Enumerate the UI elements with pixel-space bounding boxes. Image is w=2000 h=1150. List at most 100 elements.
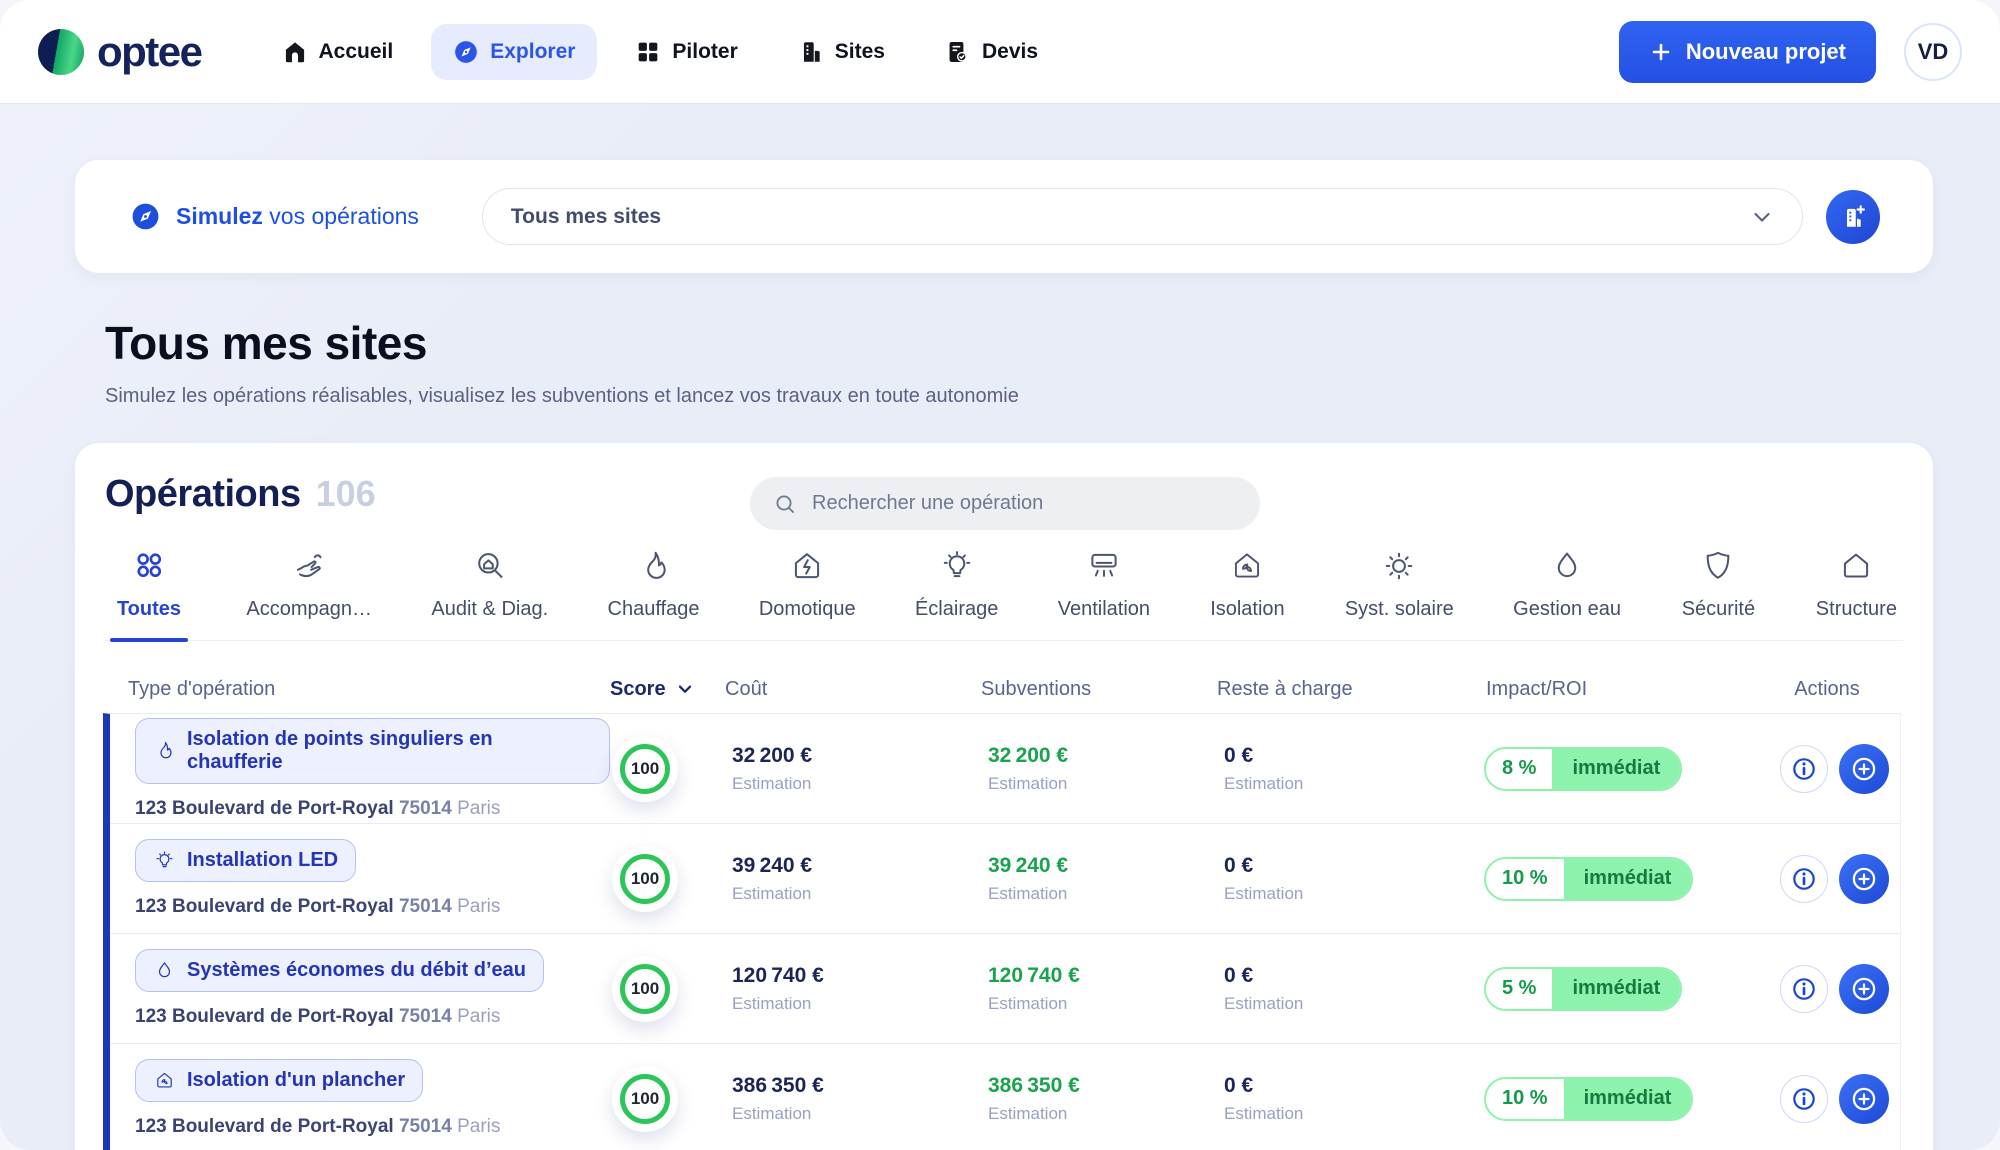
operation-badge[interactable]: Systèmes économes du débit d’eau — [135, 949, 544, 992]
info-button[interactable] — [1779, 854, 1828, 903]
tab-label: Ventilation — [1057, 598, 1151, 620]
page-subtitle: Simulez les opérations réalisables, visu… — [105, 385, 1019, 407]
column-header-score[interactable]: Score — [603, 678, 718, 701]
tab-label: Audit & Diag. — [431, 598, 549, 620]
remaining-estimation-label: Estimation — [1224, 1103, 1304, 1123]
simulate-title-rest: vos opérations — [262, 203, 419, 229]
score-cell: 100 — [610, 955, 725, 1022]
house-icon — [1837, 547, 1875, 585]
score-badge: 100 — [612, 955, 678, 1022]
plus-circle-icon — [1849, 864, 1879, 894]
search-icon — [773, 492, 797, 516]
magnifier-house-icon — [471, 547, 509, 585]
compass-icon — [453, 39, 479, 65]
remaining-estimation-label: Estimation — [1224, 883, 1304, 903]
add-site-button[interactable] — [1826, 189, 1880, 244]
home-icon — [282, 39, 308, 65]
operation-address: 123 Boulevard de Port-Royal 75014 Paris — [135, 1006, 610, 1028]
cost-cell: 39 240 € Estimation — [725, 854, 960, 904]
operations-title: Opérations — [105, 473, 301, 515]
category-tab[interactable]: Accompagn… — [240, 547, 378, 640]
remaining-value: 0 € — [1224, 853, 1254, 877]
actions-cell — [1760, 743, 1908, 794]
compass-icon — [130, 201, 161, 232]
bulb-icon — [153, 849, 176, 872]
simulate-bar: Simulez vos opérations Tous mes sites — [75, 160, 1933, 273]
site-select[interactable]: Tous mes sites — [481, 188, 1803, 245]
tab-label: Isolation — [1210, 598, 1285, 620]
operation-badge[interactable]: Installation LED — [135, 839, 357, 882]
address-zip: 75014 — [398, 896, 452, 917]
category-tab[interactable]: Toutes — [105, 547, 193, 640]
document-check-icon — [945, 39, 971, 65]
impact-cell: 10 % immédiat — [1470, 856, 1760, 901]
nav-item-label: Accueil — [318, 39, 394, 63]
brand-logo[interactable]: optee — [38, 27, 203, 76]
add-operation-button[interactable] — [1838, 853, 1889, 904]
subsidies-cell: 32 200 € Estimation — [960, 744, 1213, 794]
cost-value: 39 240 € — [732, 853, 813, 877]
category-tab[interactable]: Syst. solaire — [1339, 547, 1460, 640]
category-tab[interactable]: Sécurité — [1674, 547, 1762, 640]
subsidies-cell: 120 740 € Estimation — [960, 964, 1213, 1014]
add-operation-button[interactable] — [1838, 963, 1889, 1014]
subsidies-estimation-label: Estimation — [988, 1103, 1068, 1123]
page-header: Tous mes sites Simulez les opérations ré… — [105, 316, 1019, 408]
operations-count: 106 — [315, 473, 376, 514]
operation-type-cell: Isolation de points singuliers en chauff… — [110, 717, 610, 820]
address-zip: 75014 — [398, 1006, 452, 1027]
nav-item-label: Piloter — [672, 39, 738, 63]
subsidies-value: 386 350 € — [988, 1073, 1080, 1097]
nav-item[interactable]: Devis — [923, 24, 1060, 80]
remaining-value: 0 € — [1224, 963, 1254, 987]
nav-item[interactable]: Accueil — [260, 24, 416, 80]
add-operation-button[interactable] — [1838, 743, 1889, 794]
chevron-down-icon — [1750, 205, 1774, 229]
subsidies-value: 120 740 € — [988, 963, 1080, 987]
info-icon — [1790, 755, 1818, 783]
hand-care-icon — [290, 547, 328, 585]
tab-label: Toutes — [116, 598, 182, 620]
house-leaf-icon — [153, 1069, 176, 1092]
address-zip: 75014 — [398, 797, 452, 819]
tab-label: Chauffage — [607, 598, 700, 620]
impact-cell: 10 % immédiat — [1470, 1076, 1760, 1121]
operation-address: 123 Boulevard de Port-Royal 75014 Paris — [135, 896, 610, 918]
info-button[interactable] — [1779, 744, 1828, 793]
impact-cell: 8 % immédiat — [1470, 746, 1760, 791]
category-tab[interactable]: Audit & Diag. — [425, 547, 554, 640]
house-leaf-icon — [1228, 547, 1266, 585]
roi-percent: 5 % — [1486, 968, 1553, 1009]
add-operation-button[interactable] — [1838, 1073, 1889, 1124]
info-button[interactable] — [1779, 1074, 1828, 1123]
operation-row: Systèmes économes du débit d’eau 123 Bou… — [110, 934, 1900, 1044]
category-tab[interactable]: Éclairage — [909, 547, 1004, 640]
remaining-estimation-label: Estimation — [1224, 993, 1304, 1013]
operations-panel: Opérations 106 Toutes Accompagn… Audit &… — [75, 443, 1933, 1150]
roi-delay: immédiat — [1552, 968, 1681, 1009]
remaining-value: 0 € — [1224, 743, 1254, 767]
tab-label: Domotique — [758, 598, 856, 620]
new-project-button[interactable]: Nouveau projet — [1618, 20, 1876, 83]
info-button[interactable] — [1779, 964, 1828, 1013]
top-navbar: optee Accueil Explorer Piloter Sites Dev… — [0, 0, 2000, 103]
category-tab[interactable]: Chauffage — [602, 547, 706, 640]
score-badge: 100 — [612, 735, 678, 802]
column-header-impact: Impact/ROI — [1486, 677, 1588, 700]
remaining-value: 0 € — [1224, 1073, 1254, 1097]
category-tab[interactable]: Structure — [1810, 547, 1903, 640]
operation-badge[interactable]: Isolation de points singuliers en chauff… — [135, 717, 610, 784]
nav-item[interactable]: Explorer — [431, 23, 598, 80]
operation-address: 123 Boulevard de Port-Royal 75014 Paris — [135, 798, 610, 820]
nav-item[interactable]: Sites — [776, 24, 907, 80]
brand-name: optee — [97, 27, 203, 75]
category-tab[interactable]: Gestion eau — [1507, 547, 1627, 640]
category-tab[interactable]: Isolation — [1203, 547, 1291, 640]
operation-badge[interactable]: Isolation d'un plancher — [135, 1059, 424, 1102]
category-tab[interactable]: Domotique — [753, 547, 862, 640]
user-avatar[interactable]: VD — [1904, 22, 1962, 81]
operation-type-cell: Systèmes économes du débit d’eau 123 Bou… — [110, 949, 610, 1028]
nav-item[interactable]: Piloter — [613, 24, 759, 80]
category-tab[interactable]: Ventilation — [1052, 547, 1156, 640]
search-input[interactable] — [810, 491, 1250, 516]
